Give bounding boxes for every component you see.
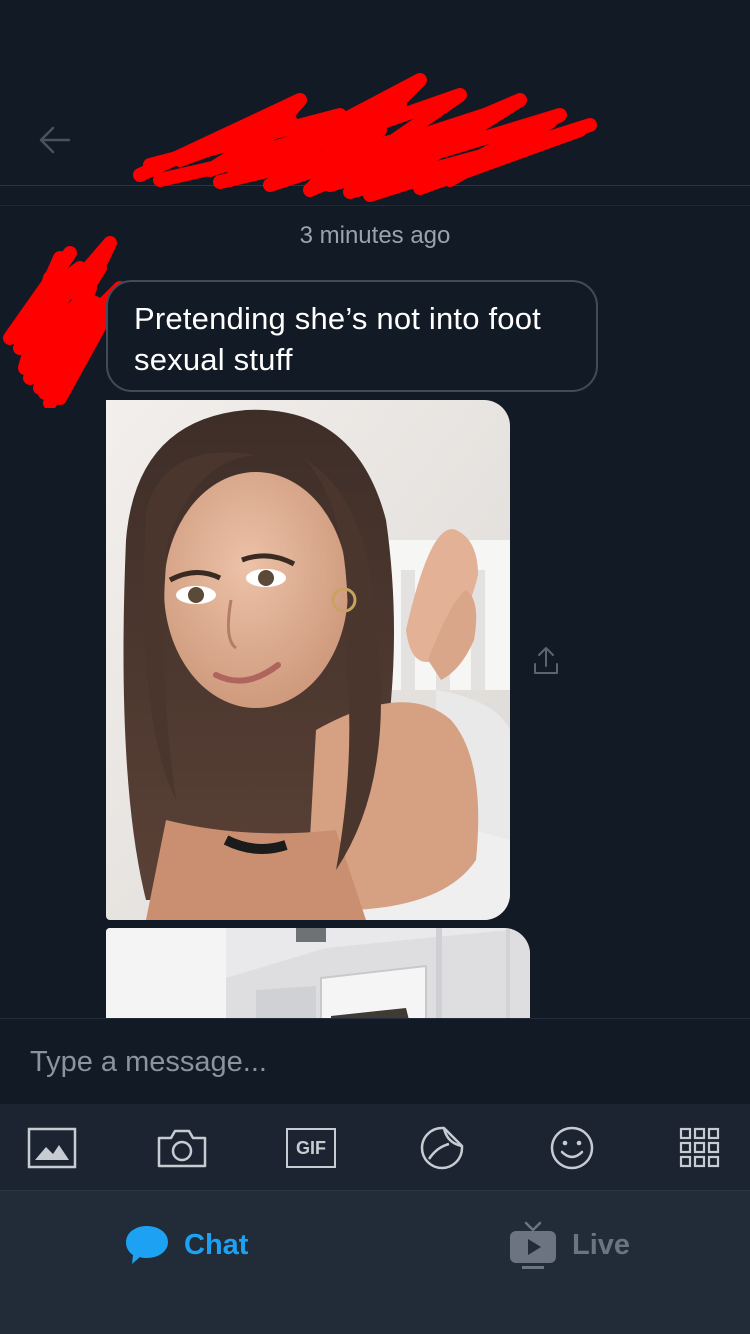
more-apps-button[interactable] [674,1124,726,1172]
gallery-button[interactable] [26,1124,78,1172]
sticker-button[interactable] [416,1124,468,1172]
tab-chat[interactable]: Chat [124,1215,248,1275]
gif-icon: GIF [286,1128,336,1168]
image-icon [27,1127,77,1169]
gif-button[interactable]: GIF [285,1124,337,1172]
bottom-tab-bar: Chat Live [0,1190,750,1334]
photo-message[interactable] [106,928,530,1028]
back-arrow-icon [39,126,71,154]
chat-bubble-icon [126,1226,168,1264]
photo-image [106,928,530,1028]
message-bubble[interactable]: Pretending she’s not into foot sexual st… [106,280,598,392]
tab-chat-label: Chat [184,1228,249,1261]
back-button[interactable] [34,118,74,162]
photo-image [106,400,510,920]
chat-header [0,0,750,202]
share-icon [534,647,558,674]
header-divider [0,186,750,206]
gif-label: GIF [296,1137,326,1158]
tab-live-label: Live [572,1228,631,1261]
emoji-button[interactable] [546,1124,598,1172]
compose-bar [0,1018,750,1104]
tab-live[interactable]: Live [508,1215,630,1275]
sticker-icon [420,1126,464,1170]
camera-button[interactable] [156,1124,208,1172]
emoji-icon [550,1126,594,1170]
message-input[interactable] [30,1037,720,1087]
photo-message[interactable] [106,400,510,920]
share-button[interactable] [530,644,562,678]
camera-icon [157,1129,207,1168]
tv-play-icon [510,1221,556,1269]
grid-icon [679,1127,720,1168]
media-toolbar: GIF [0,1104,750,1190]
